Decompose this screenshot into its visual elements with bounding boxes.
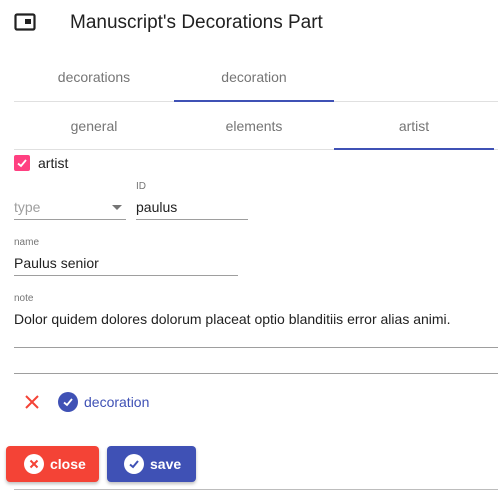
check-circle-icon[interactable] xyxy=(58,392,78,412)
main-tabs: decorations decoration xyxy=(14,52,498,102)
check-icon xyxy=(17,159,27,168)
dropdown-arrow-icon xyxy=(112,205,122,210)
name-field[interactable]: Paulus senior xyxy=(14,252,238,276)
note-field-label: note xyxy=(14,293,34,304)
check-circle-icon xyxy=(124,454,144,474)
tab-elements[interactable]: elements xyxy=(174,102,334,149)
close-icon[interactable] xyxy=(20,390,44,414)
type-select-placeholder: type xyxy=(14,199,41,215)
cancel-icon xyxy=(24,454,44,474)
note-field[interactable]: Dolor quidem dolores dolorum placeat opt… xyxy=(14,308,498,348)
save-button[interactable]: save xyxy=(107,446,196,482)
tab-general[interactable]: general xyxy=(14,102,174,149)
id-field-label: ID xyxy=(136,181,146,192)
tab-decorations[interactable]: decorations xyxy=(14,52,174,101)
type-select[interactable]: type xyxy=(14,196,126,220)
header: Manuscript's Decorations Part xyxy=(0,0,498,50)
close-button[interactable]: close xyxy=(6,446,99,482)
page-title: Manuscript's Decorations Part xyxy=(70,12,323,33)
artist-checkbox-row[interactable]: artist xyxy=(14,154,68,172)
sub-tabs: general elements artist xyxy=(14,102,498,150)
web-asset-icon xyxy=(14,13,36,31)
save-button-label: save xyxy=(150,456,182,472)
tab-decoration[interactable]: decoration xyxy=(174,52,334,102)
row-actions: decoration xyxy=(20,390,149,414)
name-field-label: name xyxy=(14,237,40,248)
artist-checkbox-label: artist xyxy=(38,155,69,171)
decoration-link[interactable]: decoration xyxy=(84,394,149,410)
divider xyxy=(14,373,498,374)
tab-artist[interactable]: artist xyxy=(334,102,494,150)
artist-checkbox[interactable] xyxy=(14,155,30,171)
divider xyxy=(14,489,498,490)
close-button-label: close xyxy=(50,456,86,472)
id-field[interactable]: paulus xyxy=(136,196,248,220)
